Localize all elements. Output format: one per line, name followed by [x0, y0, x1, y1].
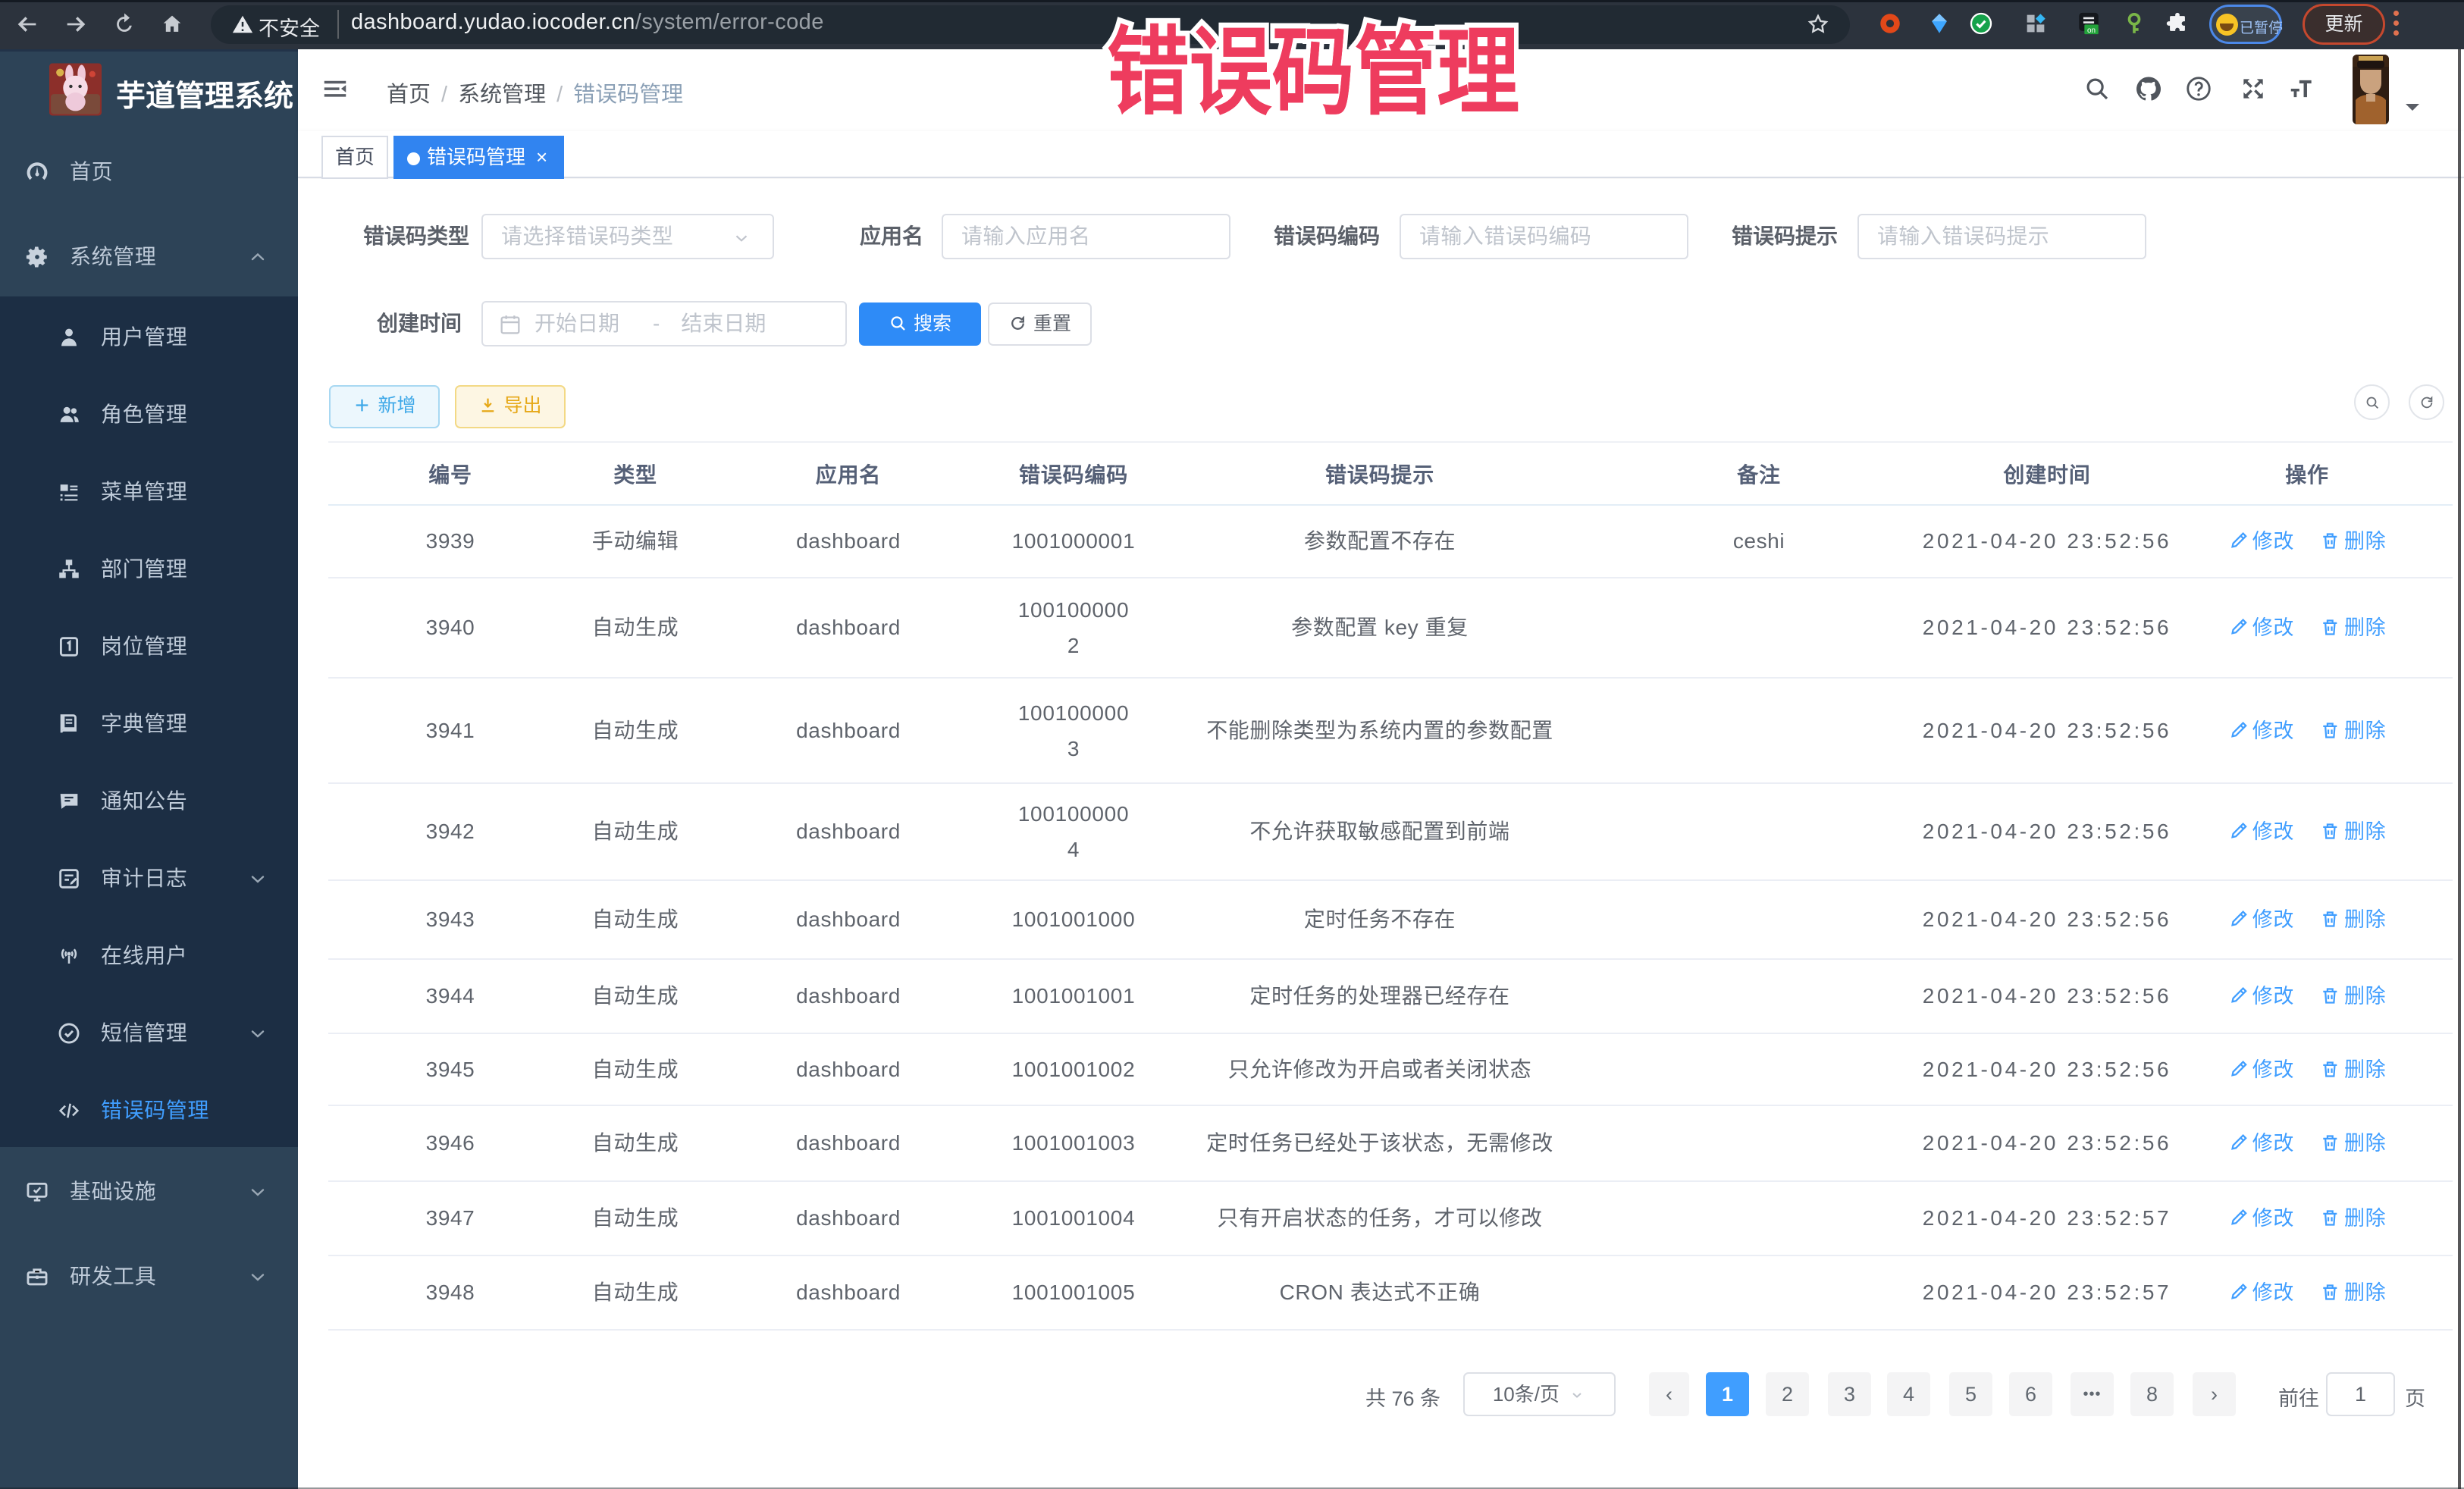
svg-text:on: on — [2087, 27, 2096, 35]
